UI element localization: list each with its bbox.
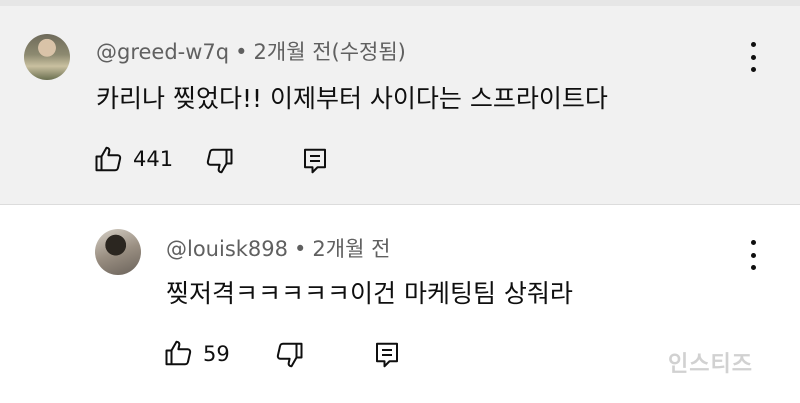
- reply-time: 2개월 전: [312, 237, 391, 261]
- watermark: 인스티즈: [668, 352, 753, 377]
- comment-time: 2개월 전(수정됨): [253, 40, 406, 64]
- like-count: 59: [203, 342, 230, 366]
- comment-thread: @greed-w7q • 2개월 전(수정됨) 카리나 찢었다!! 이제부터 사이다…: [0, 6, 800, 204]
- comment-text: 카리나 찢었다!! 이제부터 사이다는 스프라이트다: [96, 84, 608, 113]
- thumbs-down-icon[interactable]: [274, 340, 304, 370]
- reply-avatar[interactable]: [95, 229, 141, 275]
- more-options-icon[interactable]: [741, 42, 765, 72]
- comment-header: @greed-w7q • 2개월 전(수정됨): [96, 36, 406, 66]
- like-count: 441: [133, 147, 174, 171]
- thumbs-down-icon[interactable]: [204, 146, 234, 176]
- reply-text: 찢저격ㅋㅋㅋㅋㅋ이건 마케팅팀 상줘라: [166, 279, 573, 308]
- separator: •: [235, 40, 248, 64]
- reply-author[interactable]: @louisk898: [166, 237, 288, 261]
- avatar[interactable]: [24, 34, 70, 80]
- thumbs-up-icon[interactable]: [164, 338, 194, 368]
- reply-icon[interactable]: [372, 340, 402, 370]
- separator: •: [294, 237, 307, 261]
- comment-author[interactable]: @greed-w7q: [96, 40, 229, 64]
- thumbs-up-icon[interactable]: [94, 144, 124, 174]
- reply-icon[interactable]: [300, 146, 330, 176]
- more-options-icon[interactable]: [741, 240, 765, 270]
- reply-header: @louisk898 • 2개월 전: [166, 233, 390, 263]
- section-divider: [0, 204, 800, 205]
